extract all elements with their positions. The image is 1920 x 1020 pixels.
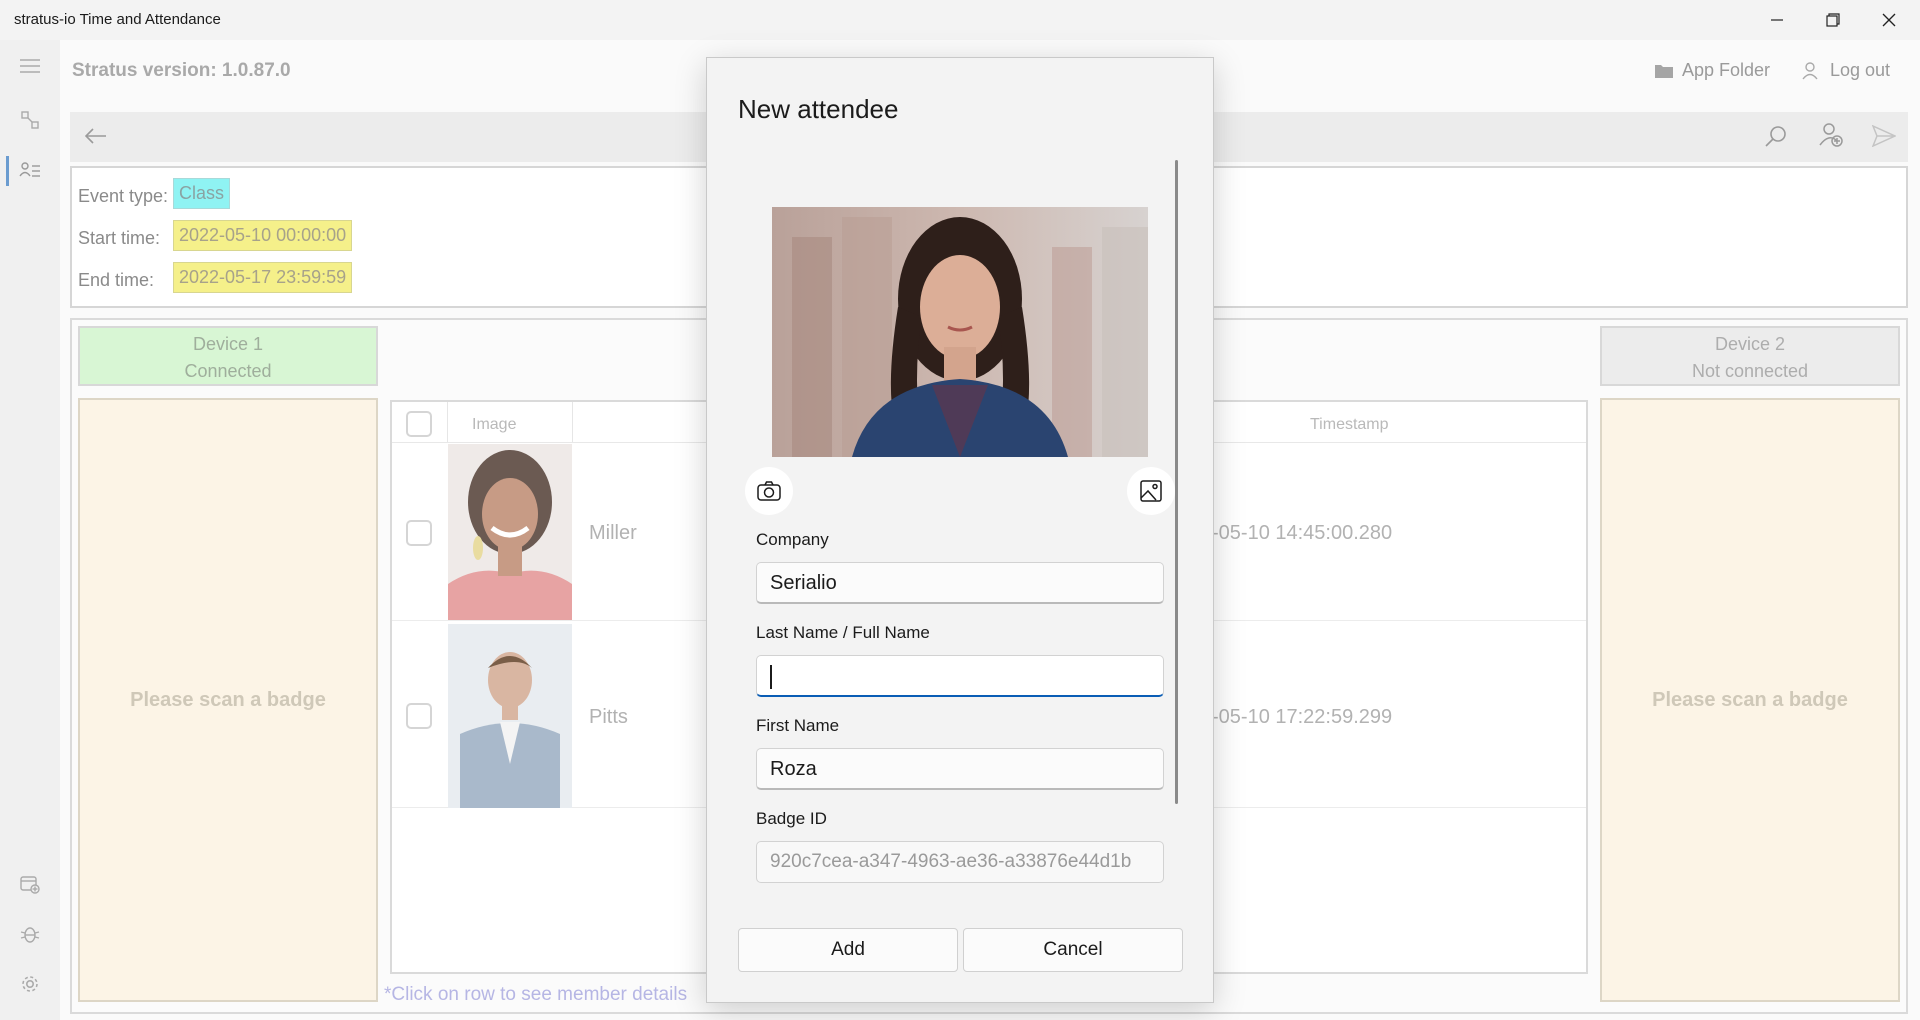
take-photo-button[interactable] xyxy=(745,467,793,515)
sidebar-item-settings[interactable] xyxy=(14,968,46,1000)
badge-id-field: 920c7cea-a347-4963-ae36-a33876e44d1b xyxy=(756,841,1164,883)
end-time-value: 2022-05-17 23:59:59 xyxy=(173,262,353,293)
end-time-label: End time: xyxy=(78,270,155,290)
device-1-name: Device 1 xyxy=(192,334,264,354)
last-name-field[interactable] xyxy=(756,655,1164,697)
close-icon xyxy=(1882,13,1896,27)
row-checkbox[interactable] xyxy=(406,520,432,546)
new-attendee-photo xyxy=(772,207,1148,457)
title-bar xyxy=(0,0,1920,40)
first-name-label: First Name xyxy=(756,716,840,735)
sidebar-item-add-event[interactable] xyxy=(14,868,46,900)
column-divider xyxy=(572,402,573,442)
attendee-photo xyxy=(448,624,572,808)
sidebar-item-debug[interactable] xyxy=(14,918,46,950)
hamburger-menu-button[interactable] xyxy=(14,50,46,82)
add-button[interactable]: Add xyxy=(738,928,958,972)
close-button[interactable] xyxy=(1862,0,1916,40)
logout-icon xyxy=(1802,61,1818,79)
image-icon xyxy=(1140,480,1162,502)
company-label: Company xyxy=(756,530,829,549)
last-name-label: Last Name / Full Name xyxy=(756,623,930,642)
column-divider xyxy=(447,402,448,442)
device-2-name: Device 2 xyxy=(1714,334,1786,354)
device-1-status: Device 1 Connected xyxy=(78,326,378,386)
add-attendee-button[interactable] xyxy=(1814,118,1848,152)
back-button[interactable] xyxy=(80,120,112,152)
company-field[interactable]: Serialio xyxy=(756,562,1164,604)
window-title: stratus-io Time and Attendance xyxy=(14,11,221,28)
attendee-name: Pitts xyxy=(589,706,628,728)
start-time-value: 2022-05-10 00:00:00 xyxy=(173,220,353,251)
row-checkbox[interactable] xyxy=(406,703,432,729)
attendee-list-icon xyxy=(19,162,40,177)
attendee-photo-pitts xyxy=(448,624,572,808)
folder-icon xyxy=(1655,64,1673,78)
dialog-title: New attendee xyxy=(738,94,899,124)
column-header-timestamp: Timestamp xyxy=(1310,416,1389,433)
sidebar-item-connections[interactable] xyxy=(14,104,46,136)
sidebar-selection-indicator xyxy=(6,156,9,186)
start-time-label: Start time: xyxy=(78,228,161,248)
dialog-scrollbar[interactable] xyxy=(1175,160,1178,804)
camera-icon xyxy=(757,481,781,501)
bug-icon xyxy=(20,927,40,943)
search-icon xyxy=(1765,126,1786,147)
version-text: Stratus version: 1.0.87.0 xyxy=(72,60,291,81)
select-all-checkbox[interactable] xyxy=(406,411,432,437)
device-2-status: Device 2 Not connected xyxy=(1600,326,1900,386)
hamburger-icon xyxy=(20,59,40,73)
user-add-icon xyxy=(1819,123,1843,147)
app-folder-label: App Folder xyxy=(1682,60,1771,80)
send-icon xyxy=(1872,125,1896,147)
device-2-state: Not connected xyxy=(1691,361,1809,381)
choose-image-button[interactable] xyxy=(1127,467,1175,515)
restore-button[interactable] xyxy=(1806,0,1860,40)
text-cursor xyxy=(770,665,772,689)
gear-icon xyxy=(22,976,38,992)
restore-icon xyxy=(1826,13,1840,27)
badge-id-label: Badge ID xyxy=(756,809,827,828)
footnote: *Click on row to see member details xyxy=(384,984,688,1005)
minimize-icon xyxy=(1771,19,1783,21)
device-2-scan-area: Please scan a badge xyxy=(1600,398,1900,1002)
logout-button[interactable]: Log out xyxy=(1802,60,1890,81)
event-type-value: Class xyxy=(173,178,231,209)
connection-icon xyxy=(21,111,39,129)
minimize-button[interactable] xyxy=(1750,0,1804,40)
event-type-label: Event type: xyxy=(78,186,169,206)
attendee-timestamp: -05-10 14:45:00.280 xyxy=(1212,522,1393,544)
attendee-timestamp: -05-10 17:22:59.299 xyxy=(1212,706,1393,728)
search-button[interactable] xyxy=(1760,120,1792,152)
send-button[interactable] xyxy=(1868,120,1900,152)
cancel-button[interactable]: Cancel xyxy=(963,928,1183,972)
logout-label: Log out xyxy=(1830,60,1891,80)
column-header-image: Image xyxy=(472,416,517,433)
sidebar-item-attendees[interactable] xyxy=(14,154,46,186)
attendee-name: Miller xyxy=(589,522,637,544)
attendee-photo-miller xyxy=(448,444,572,620)
first-name-field[interactable]: Roza xyxy=(756,748,1164,790)
arrow-left-icon xyxy=(85,128,106,144)
device-1-state: Connected xyxy=(184,361,272,381)
calendar-add-icon xyxy=(20,876,40,894)
attendee-photo xyxy=(448,444,572,620)
attendee-photo-preview xyxy=(772,207,1148,457)
app-folder-button[interactable]: App Folder xyxy=(1654,60,1770,81)
device-1-scan-area: Please scan a badge xyxy=(78,398,378,1002)
